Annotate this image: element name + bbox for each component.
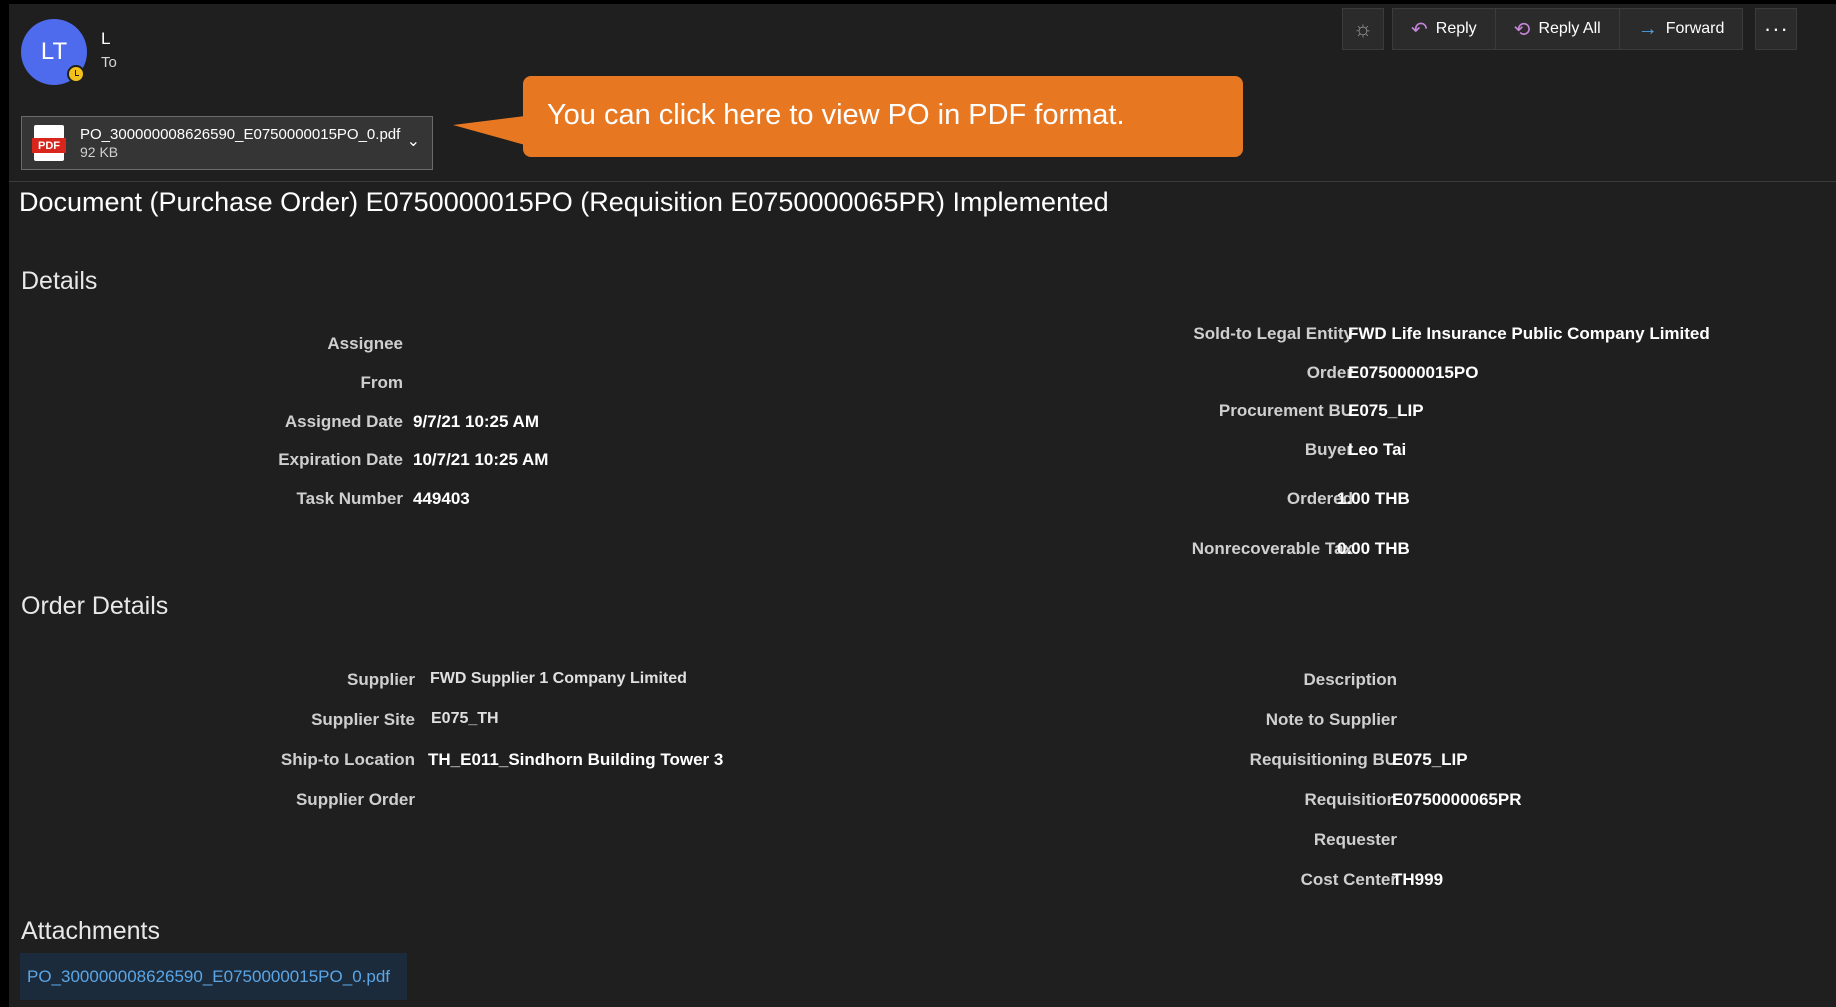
more-actions-button[interactable]: ···	[1755, 8, 1798, 50]
attachments-heading: Attachments	[21, 917, 160, 945]
requisition-value: E0750000065PR	[1392, 790, 1522, 809]
nonrecoverable-tax-label: Nonrecoverable Tax	[1191, 539, 1353, 558]
reply-button-group: ↶ Reply ⟲ Reply All → Forward	[1392, 8, 1744, 50]
task-number-value: 449403	[413, 489, 470, 508]
attachment-chip[interactable]: PDF PO_300000008626590_E0750000015PO_0.p…	[21, 116, 433, 170]
reply-all-icon: ⟲	[1513, 18, 1531, 41]
task-number-label: Task Number	[296, 489, 403, 508]
assigned-date-label: Assigned Date	[284, 412, 403, 431]
chevron-down-icon[interactable]: ⌄	[407, 131, 420, 151]
supplier-order-label: Supplier Order	[295, 790, 415, 809]
forward-icon: →	[1637, 17, 1658, 40]
avatar-initials: LT	[40, 38, 68, 65]
ship-to-location-value: TH_E011_Sindhorn Building Tower 3	[428, 750, 724, 769]
description-label: Description	[1303, 670, 1397, 689]
theme-toggle-button[interactable]: ☼	[1342, 8, 1384, 50]
sold-to-legal-entity-label: Sold-to Legal Entity	[1193, 324, 1353, 343]
recipient-to-label: To	[101, 54, 117, 71]
from-label: From	[360, 373, 404, 392]
order-label: Order	[1306, 363, 1353, 382]
requisition-label: Requisition	[1304, 790, 1397, 809]
callout-pointer	[453, 116, 525, 145]
presence-status-icon	[67, 65, 85, 83]
reply-all-button[interactable]: ⟲ Reply All	[1495, 9, 1620, 49]
attachment-file-size: 92 KB	[80, 143, 119, 160]
supplier-site-label: Supplier Site	[311, 710, 415, 729]
ordered-value: 1.00 THB	[1337, 489, 1410, 508]
sun-icon: ☼	[1352, 16, 1374, 41]
sender-name[interactable]: L	[101, 29, 110, 49]
ellipsis-icon: ···	[1763, 16, 1789, 41]
forward-button[interactable]: → Forward	[1619, 9, 1743, 49]
attachment-link-row: PO_300000008626590_E0750000015PO_0.pdf	[20, 953, 407, 1000]
expiration-date-label: Expiration Date	[278, 450, 403, 469]
attachment-file-name: PO_300000008626590_E0750000015PO_0.pdf	[80, 125, 401, 143]
cost-center-label: Cost Center	[1300, 870, 1397, 889]
email-subject: Document (Purchase Order) E0750000015PO …	[19, 187, 1109, 217]
requester-label: Requester	[1313, 830, 1397, 849]
email-reading-pane: LT L To ☼ ↶ Reply ⟲ Reply All → Forward …	[9, 4, 1836, 1007]
pdf-file-icon: PDF	[32, 125, 66, 161]
order-value: E0750000015PO	[1348, 363, 1479, 382]
reply-icon: ↶	[1411, 18, 1428, 41]
header-divider	[9, 181, 1836, 182]
expiration-date-value: 10/7/21 10:25 AM	[413, 450, 549, 469]
details-heading: Details	[21, 267, 98, 295]
nonrecoverable-tax-value: 0.00 THB	[1337, 539, 1410, 558]
instruction-callout: You can click here to view PO in PDF for…	[523, 76, 1243, 157]
order-details-heading: Order Details	[21, 592, 169, 620]
requisitioning-bu-label: Requisitioning BU	[1249, 750, 1397, 769]
attachment-info: PO_300000008626590_E0750000015PO_0.pdf 9…	[80, 126, 400, 161]
supplier-site-value: E075_TH	[431, 710, 499, 727]
buyer-value: Leo Tai	[1348, 440, 1407, 459]
reply-button[interactable]: ↶ Reply	[1393, 9, 1496, 49]
procurement-bu-value: E075_LIP	[1348, 401, 1424, 420]
reply-label: Reply	[1435, 20, 1477, 37]
message-toolbar: ☼ ↶ Reply ⟲ Reply All → Forward ···	[1342, 8, 1798, 52]
callout-text: You can click here to view PO in PDF for…	[547, 99, 1125, 131]
buyer-label: Buyer	[1304, 440, 1353, 459]
assigned-date-value: 9/7/21 10:25 AM	[413, 412, 539, 431]
ship-to-location-label: Ship-to Location	[280, 750, 415, 769]
forward-label: Forward	[1665, 20, 1725, 37]
supplier-label: Supplier	[346, 670, 415, 689]
sold-to-legal-entity-value: FWD Life Insurance Public Company Limite…	[1348, 324, 1710, 343]
reply-all-label: Reply All	[1538, 20, 1601, 37]
cost-center-value: TH999	[1392, 870, 1444, 889]
attachment-link[interactable]: PO_300000008626590_E0750000015PO_0.pdf	[27, 967, 390, 987]
assignee-label: Assignee	[327, 334, 403, 353]
note-to-supplier-label: Note to Supplier	[1265, 710, 1397, 729]
supplier-value: FWD Supplier 1 Company Limited	[430, 670, 687, 687]
procurement-bu-label: Procurement BU	[1218, 401, 1353, 420]
pdf-icon-label: PDF	[32, 138, 66, 153]
requisitioning-bu-value: E075_LIP	[1392, 750, 1468, 769]
